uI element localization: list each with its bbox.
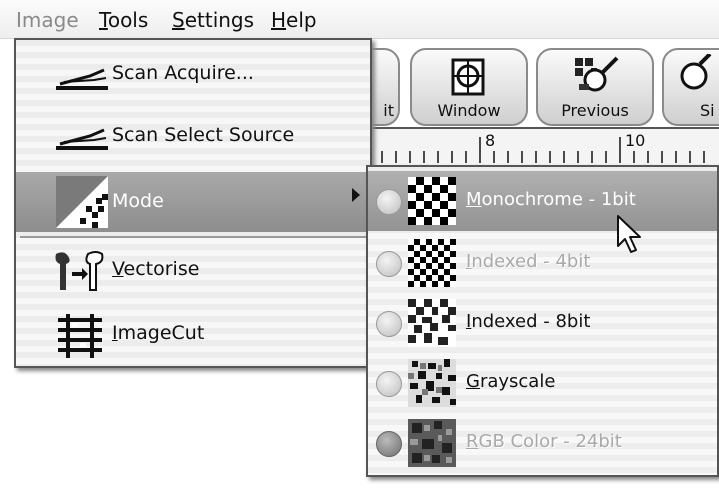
toolbar: it Window Previous Si xyxy=(352,40,719,126)
indexed-4bit-label: Indexed - 4bit xyxy=(466,251,590,272)
ruler: 8 10 xyxy=(372,127,719,166)
menu-tools-mnemonic: T xyxy=(99,8,108,32)
menu-item-mode[interactable]: Mode xyxy=(16,172,370,232)
magnifier-icon xyxy=(680,54,712,90)
monochrome-rest: onochrome - 1bit xyxy=(481,189,636,210)
menu-bar: Image Tools Settings Help xyxy=(0,0,719,39)
radio-button[interactable] xyxy=(376,189,402,215)
menu-separator xyxy=(20,236,366,238)
ruler-mark-8: 8 xyxy=(485,131,496,150)
submenu-item-monochrome[interactable]: Monochrome - 1bit xyxy=(368,171,717,231)
menu-tools[interactable]: Tools xyxy=(99,8,148,32)
menu-item-vectorise[interactable]: Vectorise xyxy=(16,244,370,296)
indexed-8bit-thumbnail xyxy=(408,299,456,347)
menu-item-scan-acquire-label: Scan Acquire... xyxy=(112,62,254,84)
next-button[interactable]: Si xyxy=(662,48,719,126)
submenu-item-rgb-color[interactable]: RGB Color - 24bit xyxy=(368,413,717,473)
rgb-color-rest: GB Color - 24bit xyxy=(478,431,622,452)
menu-item-imagecut[interactable]: ImageCut xyxy=(16,308,370,360)
monochrome-label: Monochrome - 1bit xyxy=(466,189,636,210)
radio-button[interactable] xyxy=(376,371,402,397)
ruler-mark-10: 10 xyxy=(625,131,646,150)
window-button-label: Window xyxy=(437,101,501,120)
radio-button[interactable] xyxy=(376,251,402,277)
grayscale-thumbnail xyxy=(408,359,456,407)
grayscale-label: Grayscale xyxy=(466,371,555,392)
scanner-icon xyxy=(56,128,108,150)
indexed-4bit-rest: ndexed - 4bit xyxy=(471,251,591,272)
vectorise-rest: ectorise xyxy=(123,258,200,280)
submenu-arrow-icon xyxy=(352,188,360,202)
menu-image-label: Image xyxy=(16,8,79,32)
monochrome-thumbnail xyxy=(408,177,456,225)
submenu-item-grayscale[interactable]: Grayscale xyxy=(368,353,717,413)
menu-image[interactable]: Image xyxy=(16,8,79,32)
menu-help-mnemonic: H xyxy=(271,8,287,32)
rgb-color-thumbnail xyxy=(408,419,456,467)
ruler-ticks xyxy=(381,137,705,163)
previous-button[interactable]: Previous xyxy=(536,48,654,126)
menu-item-scan-select-source-label: Scan Select Source xyxy=(112,124,295,146)
imagecut-rest: mageCut xyxy=(117,322,205,344)
rgb-color-label: RGB Color - 24bit xyxy=(466,431,622,452)
menu-settings[interactable]: Settings xyxy=(172,8,254,32)
mode-submenu: Monochrome - 1bit Indexed - 4bit Indexed… xyxy=(366,165,719,477)
window-button[interactable]: Window xyxy=(410,48,528,126)
mode-icon xyxy=(56,176,108,228)
menu-tools-label: ools xyxy=(107,8,149,32)
grayscale-rest: rayscale xyxy=(479,371,556,392)
radio-button[interactable] xyxy=(376,431,402,457)
monochrome-mnemonic: M xyxy=(466,189,482,210)
indexed-8bit-label: Indexed - 8bit xyxy=(466,311,590,332)
vectorise-icon xyxy=(55,251,104,291)
indexed-8bit-rest: ndexed - 8bit xyxy=(471,311,591,332)
rgb-color-mnemonic: R xyxy=(466,431,479,452)
menu-help-label: elp xyxy=(286,8,317,32)
imagecut-icon xyxy=(58,314,102,358)
menu-item-vectorise-label: Vectorise xyxy=(112,258,199,280)
next-button-label: Si xyxy=(700,101,715,120)
menu-settings-label: ettings xyxy=(184,8,255,32)
menu-item-scan-acquire[interactable]: Scan Acquire... xyxy=(16,50,370,102)
submenu-item-indexed-4bit[interactable]: Indexed - 4bit xyxy=(368,233,717,293)
submenu-item-indexed-8bit[interactable]: Indexed - 8bit xyxy=(368,293,717,353)
mouse-pointer-icon xyxy=(617,215,641,253)
scanner-icon xyxy=(56,68,108,90)
previous-button-label: Previous xyxy=(561,101,629,120)
radio-button[interactable] xyxy=(376,311,402,337)
menu-help[interactable]: Help xyxy=(271,8,317,32)
menu-item-imagecut-label: ImageCut xyxy=(112,322,204,344)
image-menu: Scan Acquire... Scan Select Source Mode xyxy=(14,38,372,368)
menu-item-mode-label: Mode xyxy=(112,190,164,212)
indexed-4bit-thumbnail xyxy=(408,239,456,287)
grayscale-mnemonic: G xyxy=(466,371,480,392)
menu-item-scan-select-source[interactable]: Scan Select Source xyxy=(16,110,370,162)
menu-settings-mnemonic: S xyxy=(172,8,185,32)
window-icon xyxy=(451,58,485,96)
vectorise-mnemonic: V xyxy=(112,258,124,280)
previous-icon xyxy=(575,56,619,92)
